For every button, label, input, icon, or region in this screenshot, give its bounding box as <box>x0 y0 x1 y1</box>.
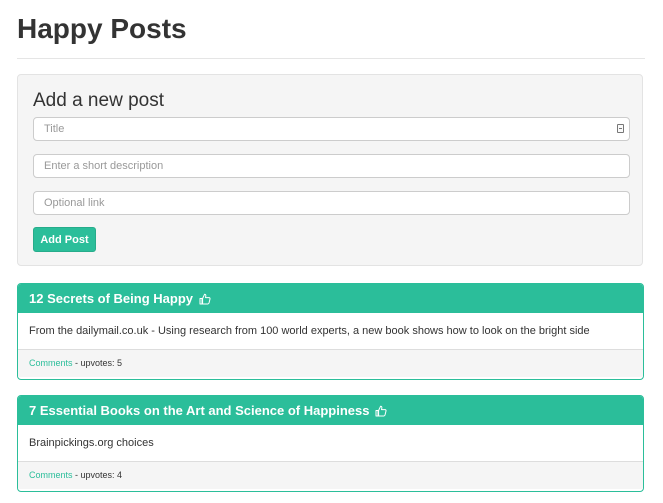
form-heading: Add a new post <box>33 90 164 111</box>
upvote-count: - upvotes: 4 <box>72 470 123 480</box>
thumbs-up-icon[interactable] <box>199 286 211 315</box>
post-header: 12 Secrets of Being Happy <box>18 284 643 313</box>
thumbs-up-icon[interactable] <box>375 398 387 427</box>
page-title: Happy Posts <box>17 13 187 44</box>
post-footer: Comments - upvotes: 4 <box>18 462 643 489</box>
upvote-count: - upvotes: 5 <box>72 358 123 368</box>
description-input[interactable] <box>33 154 630 178</box>
new-post-form: Add a new post Add Post <box>17 74 643 266</box>
link-input[interactable] <box>33 191 630 215</box>
title-field-wrapper <box>33 117 630 141</box>
comments-link[interactable]: Comments <box>29 470 73 480</box>
title-input[interactable] <box>33 117 630 141</box>
post-title: 12 Secrets of Being Happy <box>29 291 193 306</box>
post-title: 7 Essential Books on the Art and Science… <box>29 403 370 418</box>
post-card: 7 Essential Books on the Art and Science… <box>17 395 644 492</box>
autofill-key-icon[interactable] <box>617 124 624 133</box>
post-footer: Comments - upvotes: 5 <box>18 350 643 377</box>
post-card: 12 Secrets of Being Happy From the daily… <box>17 283 644 380</box>
title-divider <box>17 58 645 59</box>
post-description: From the dailymail.co.uk - Using researc… <box>18 313 643 350</box>
comments-link[interactable]: Comments <box>29 358 73 368</box>
post-description: Brainpickings.org choices <box>18 425 643 462</box>
post-header: 7 Essential Books on the Art and Science… <box>18 396 643 425</box>
add-post-button[interactable]: Add Post <box>33 227 96 252</box>
